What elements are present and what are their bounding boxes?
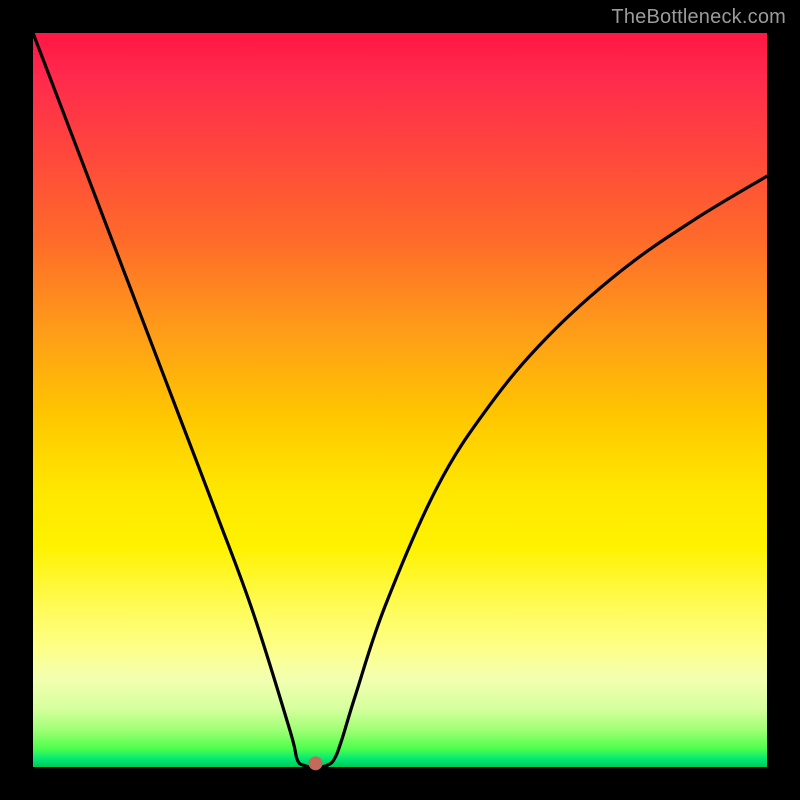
optimal-point-marker bbox=[309, 756, 323, 770]
plot-area bbox=[33, 33, 767, 767]
chart-svg bbox=[33, 33, 767, 767]
bottleneck-curve bbox=[33, 33, 767, 767]
watermark-text: TheBottleneck.com bbox=[611, 6, 786, 29]
chart-frame: TheBottleneck.com bbox=[0, 0, 800, 800]
